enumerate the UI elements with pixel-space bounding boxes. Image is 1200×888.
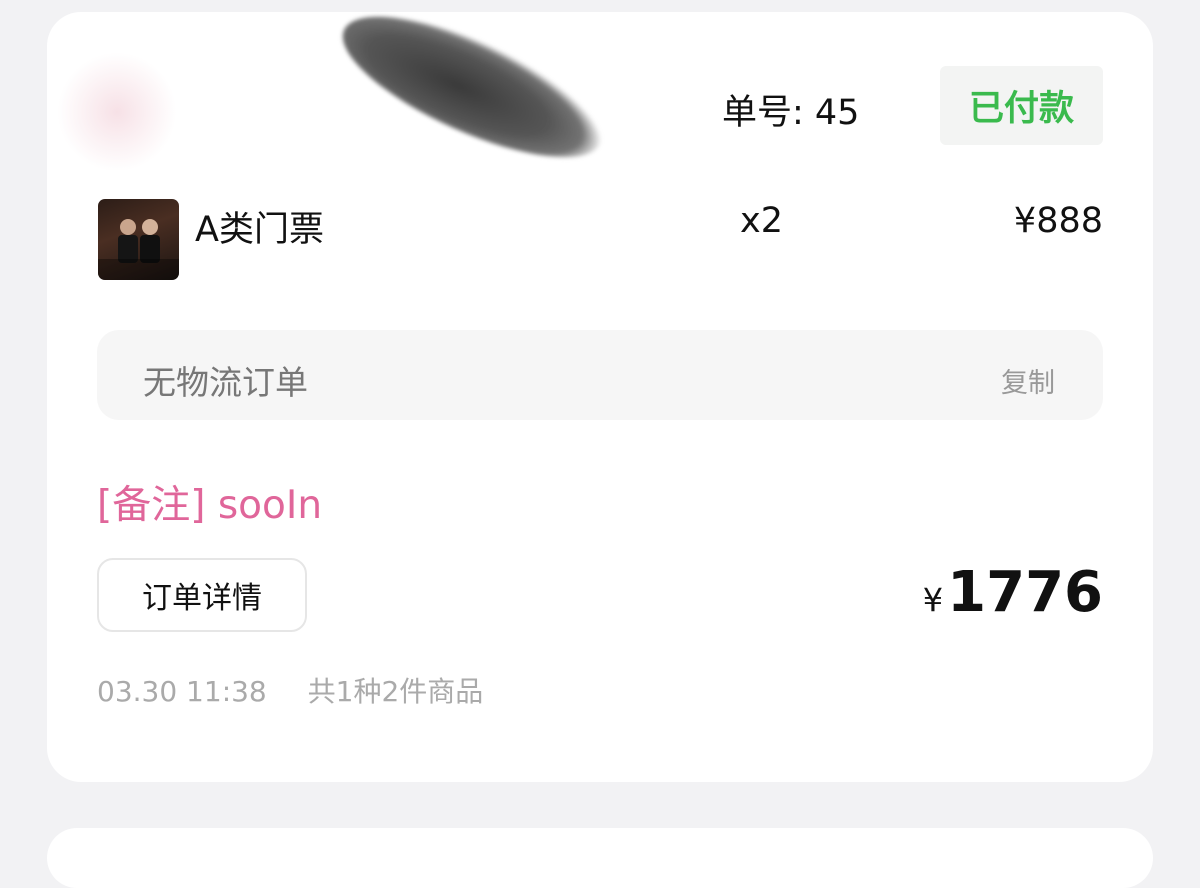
item-quantity: x2 — [740, 201, 783, 241]
blurred-decoration — [57, 52, 177, 172]
currency-symbol: ¥ — [922, 581, 944, 619]
total-amount: 1776 — [947, 560, 1103, 625]
product-thumbnail[interactable] — [98, 199, 179, 280]
order-meta: 03.30 11:38 共1种2件商品 — [97, 670, 483, 710]
order-remark: [备注] sooIn — [97, 483, 323, 528]
status-badge: 已付款 — [940, 66, 1103, 145]
order-detail-button[interactable]: 订单详情 — [97, 558, 307, 632]
logistics-text: 无物流订单 — [143, 363, 308, 402]
item-price: ¥888 — [1013, 201, 1103, 241]
order-total: ¥ 1776 — [923, 560, 1103, 625]
item-summary: 共1种2件商品 — [307, 675, 484, 708]
copy-button[interactable]: 复制 — [1001, 361, 1055, 400]
item-name: A类门票 — [195, 210, 324, 250]
logistics-box: 无物流订单 复制 — [97, 330, 1103, 420]
order-card: 单号: 45 已付款 A类门票 x2 ¥888 无物流订单 复制 [备注] so… — [47, 0, 1153, 782]
order-time: 03.30 11:38 — [97, 675, 267, 708]
order-number: 单号: 45 — [722, 93, 860, 133]
next-order-card[interactable] — [47, 828, 1153, 888]
redaction-scribble — [325, 0, 619, 186]
